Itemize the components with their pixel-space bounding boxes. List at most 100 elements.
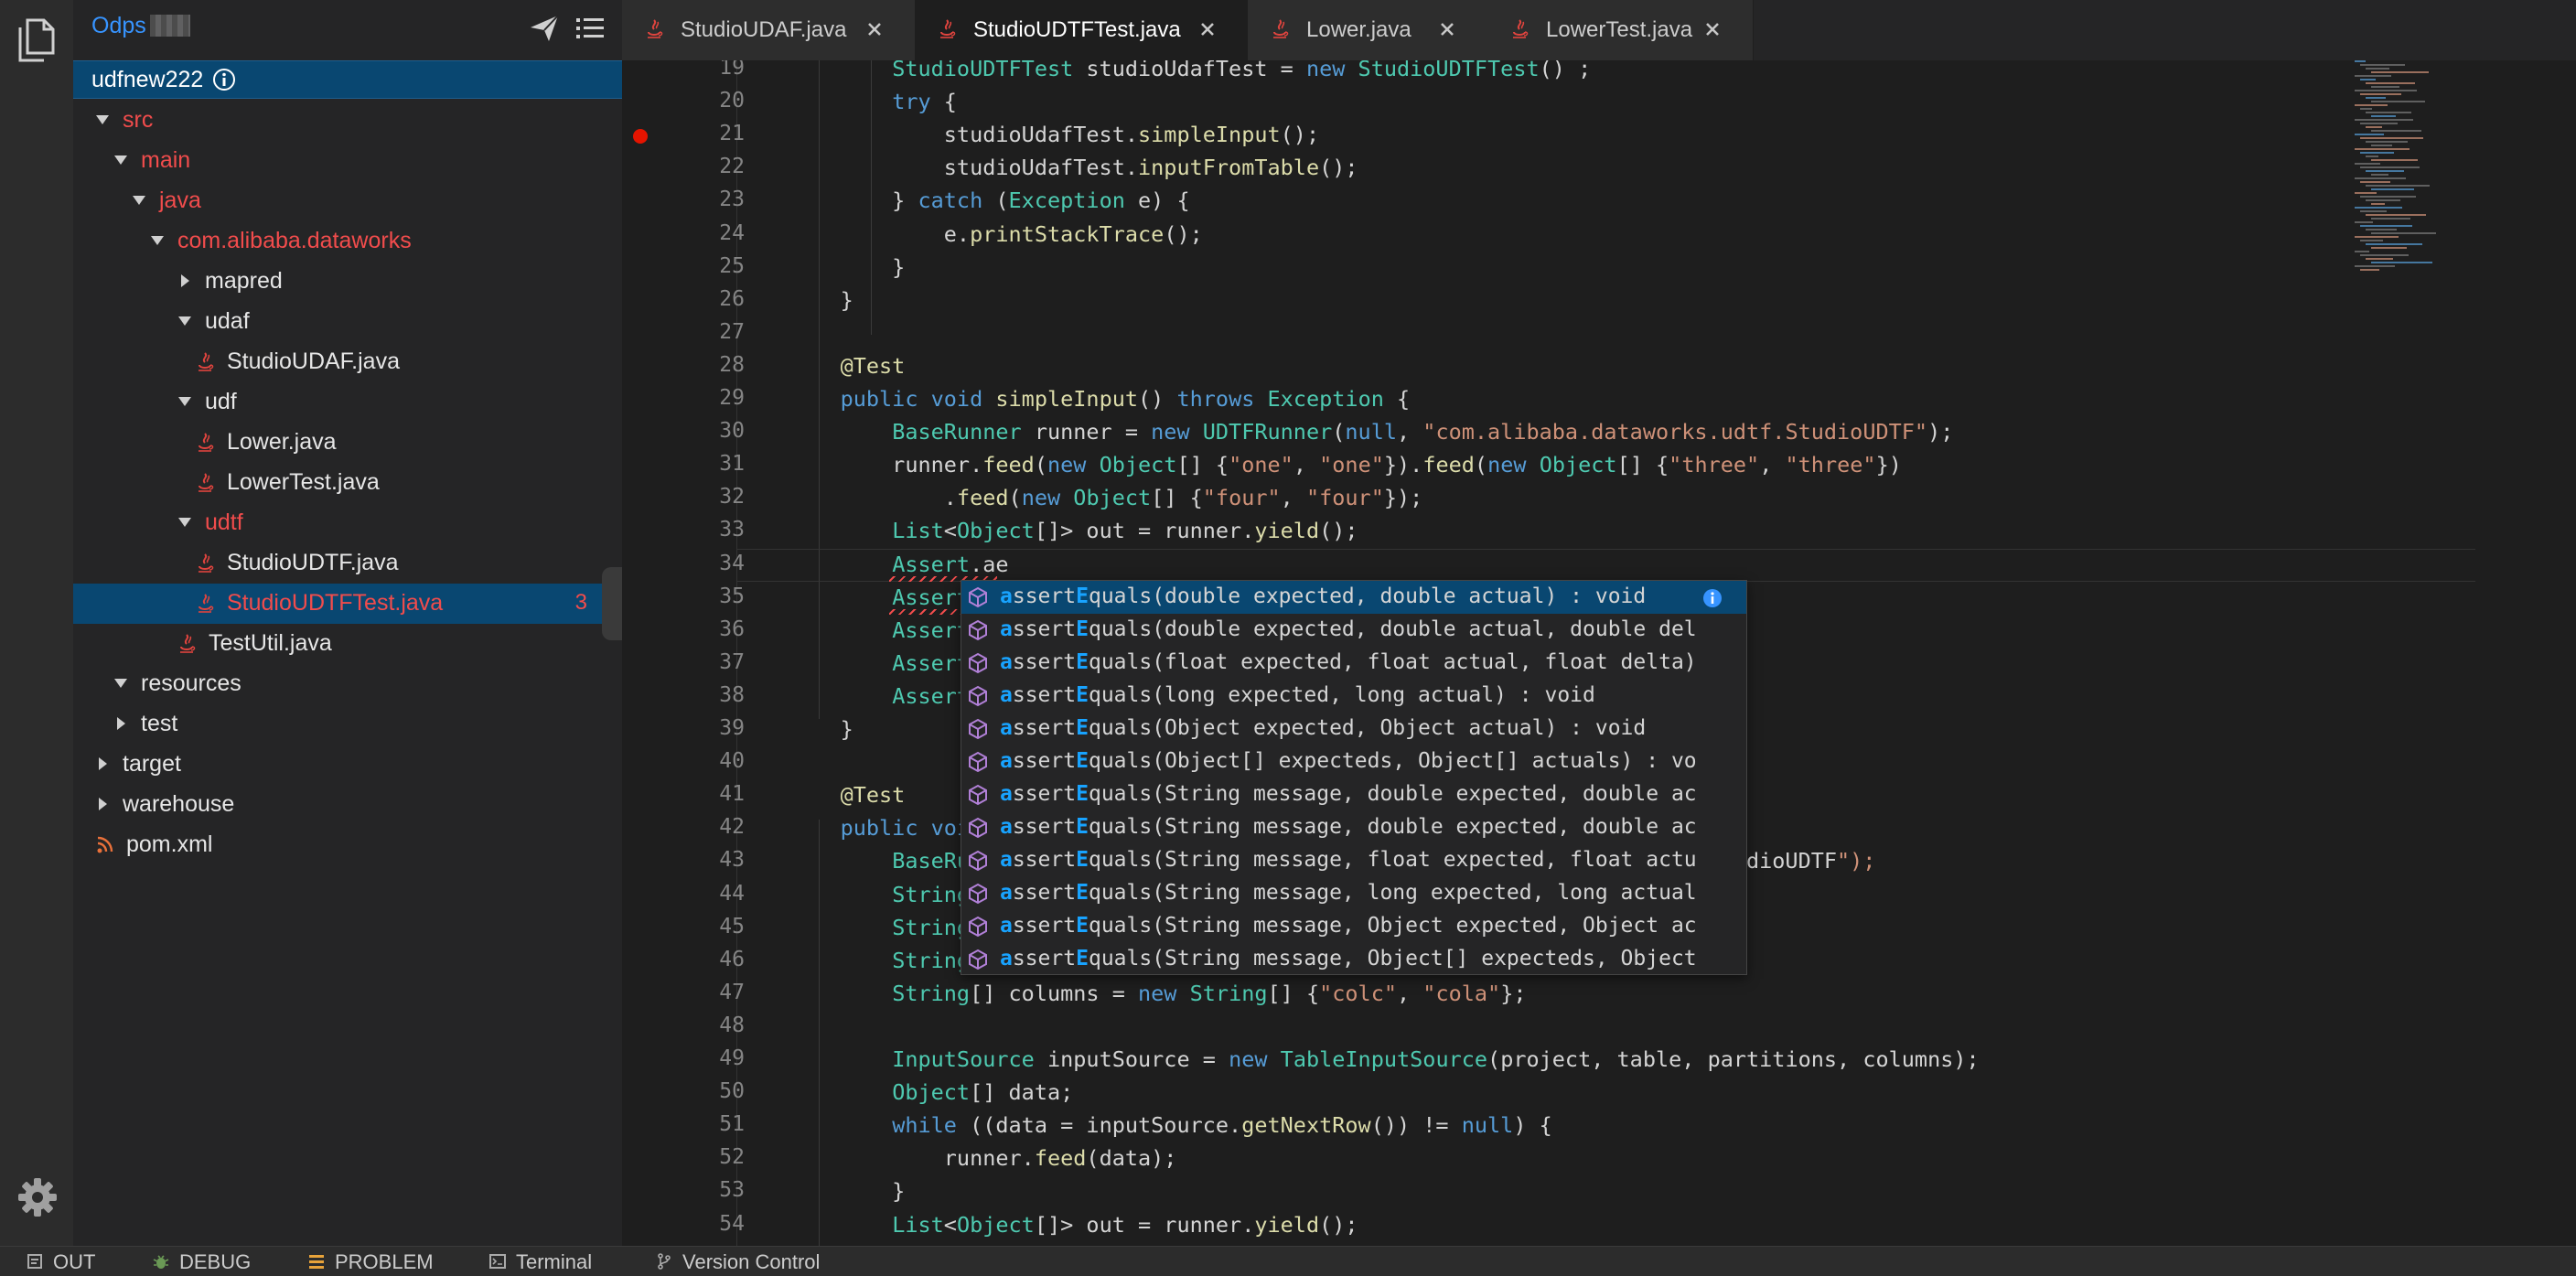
method-cube-icon [969,784,987,806]
tree-item[interactable]: udaf [73,302,622,342]
code-line: 32 .feed(new Object[] {"four", "four"}); [622,482,2576,515]
tree-item-label: resources [141,670,242,696]
suggestion-item[interactable]: assertEquals(long expected, long actual)… [961,680,1746,713]
chevron-down-icon[interactable] [176,312,194,330]
chevron-right-icon[interactable] [176,272,194,290]
tree-item-label: warehouse [123,791,235,817]
line-number: 38 [719,682,745,707]
tree-item[interactable]: mapred [73,262,622,302]
list-icon[interactable] [574,13,606,44]
chevron-down-icon[interactable] [176,513,194,531]
method-cube-icon [969,685,987,707]
line-number: 27 [719,319,745,344]
terminal-icon [489,1254,506,1269]
sidebar-header: Odps [73,0,622,57]
suggestion-item[interactable]: assertEquals(String message, double expe… [961,778,1746,811]
suggestion-item[interactable]: assertEquals(double expected, double act… [961,581,1746,614]
suggestion-item[interactable]: assertEquals(String message, Object[] ex… [961,943,1746,974]
line-number: 48 [719,1013,745,1037]
status-panel-terminal[interactable]: Terminal [488,1249,626,1274]
status-panel-debug[interactable]: DEBUG [152,1249,289,1274]
suggestion-item[interactable]: assertEquals(String message, float expec… [961,844,1746,877]
tree-item[interactable]: StudioUDAF.java [73,342,622,382]
java-file-icon [1273,19,1289,38]
line-number: 35 [719,584,745,608]
tree-item[interactable]: test [73,704,622,745]
match-char: E [1076,881,1089,905]
tree-item[interactable]: target [73,745,622,785]
tree-item-label: target [123,751,181,777]
editor-tab[interactable]: StudioUDAF.java [622,0,916,60]
autocomplete-popup[interactable]: assertEquals(double expected, double act… [961,580,1747,975]
tree-item[interactable]: udtf [73,503,622,543]
suggestion-middle: ssert [1012,815,1077,839]
chevron-right-icon[interactable] [112,714,130,733]
details-info-icon[interactable] [1702,588,1723,608]
chevron-right-icon[interactable] [93,795,112,813]
suggestion-item[interactable]: assertEquals(String message, long expect… [961,877,1746,910]
suggestion-middle: ssert [1012,914,1077,938]
suggestion-item[interactable]: assertEquals(float expected, float actua… [961,647,1746,680]
status-panel-version-control[interactable]: Version Control [655,1249,875,1274]
tree-item[interactable]: warehouse [73,785,622,825]
chevron-down-icon[interactable] [93,111,112,129]
close-icon[interactable] [865,20,884,38]
tree-item[interactable]: LowerTest.java [73,463,622,503]
line-number: 43 [719,848,745,873]
output-icon [27,1254,42,1269]
method-cube-icon [969,850,987,872]
editor-tab[interactable]: LowerTest.java [1487,0,1754,60]
chevron-right-icon[interactable] [93,755,112,773]
close-icon[interactable] [1198,20,1217,38]
code-text: } catch (Exception e) { [789,188,1190,214]
suggestion-item[interactable]: assertEquals(double expected, double act… [961,614,1746,647]
tree-item[interactable]: main [73,141,622,181]
suggestion-item[interactable]: assertEquals(String message, Object expe… [961,910,1746,943]
suggestion-label: assertEquals(Object expected, Object act… [1000,716,1732,740]
suggestion-item[interactable]: assertEquals(String message, double expe… [961,811,1746,844]
java-file-icon [1513,19,1529,38]
settings-gear-icon[interactable] [16,1176,59,1218]
tree-item[interactable]: TestUtil.java [73,624,622,664]
chevron-down-icon[interactable] [176,392,194,411]
tree-item[interactable]: resources [73,664,622,704]
tree-item[interactable]: StudioUDTF.java [73,543,622,584]
chevron-down-icon[interactable] [130,191,148,209]
explorer-files-icon[interactable] [16,16,57,64]
code-line: 21 studioUdafTest.simpleInput(); [622,119,2576,152]
status-panel-out[interactable]: OUT [26,1249,163,1274]
code-line: 25 } [622,252,2576,284]
suggestion-item[interactable]: assertEquals(Object[] expecteds, Object[… [961,745,1746,778]
tree-item[interactable]: java [73,181,622,221]
close-icon[interactable] [1438,20,1456,38]
tree-item[interactable]: com.alibaba.dataworks [73,221,622,262]
line-number: 29 [719,386,745,410]
line-number: 40 [719,749,745,774]
project-header[interactable]: udfnew222 [73,60,622,99]
tree-item[interactable]: udf [73,382,622,423]
code-line: 47 String[] columns = new String[] {"col… [622,978,2576,1011]
suggestion-label: assertEquals(double expected, double act… [1000,617,1732,641]
suggestion-middle: ssert [1012,782,1077,806]
tree-item-label: udf [205,389,237,414]
close-icon[interactable] [1703,20,1722,38]
tree-item[interactable]: StudioUDTFTest.java 3 [73,584,622,624]
info-icon[interactable] [212,68,236,91]
suggestion-label: assertEquals(String message, Object expe… [1000,914,1732,938]
editor-tab[interactable]: Lower.java [1248,0,1488,60]
tree-item[interactable]: Lower.java [73,423,622,463]
status-panel-problem[interactable]: PROBLEM [307,1249,445,1274]
suggestion-middle: ssert [1012,947,1077,970]
chevron-down-icon[interactable] [148,231,166,250]
chevron-down-icon[interactable] [112,674,130,692]
suggestion-signature: quals(Object[] expecteds, Object[] actua… [1088,749,1697,773]
send-icon[interactable] [529,13,560,44]
java-file-icon [648,19,663,38]
sidebar-collapse-handle[interactable] [602,567,622,640]
suggestion-item[interactable]: assertEquals(Object expected, Object act… [961,713,1746,745]
tree-item[interactable]: src [73,101,622,141]
tree-item[interactable]: pom.xml [73,825,622,865]
editor-tab[interactable]: StudioUDTFTest.java [915,0,1249,60]
chevron-down-icon[interactable] [112,151,130,169]
status-label: Version Control [682,1250,821,1273]
